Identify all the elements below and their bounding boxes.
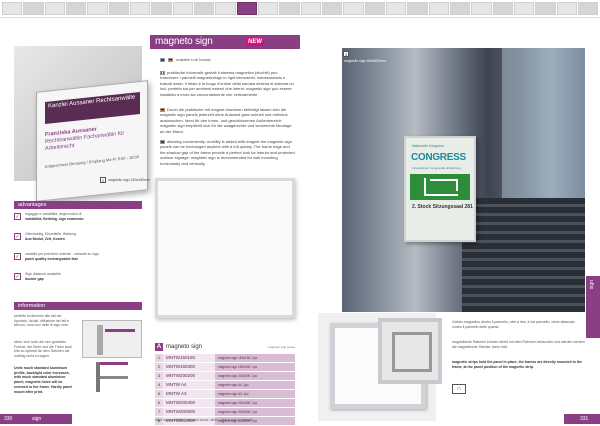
paragraph-de: Durch die praktische mit magnet einzelne… (160, 107, 292, 134)
magnet-icon: ∩ (452, 384, 466, 394)
thumbnail[interactable] (343, 2, 364, 15)
thumbnail[interactable] (65, 2, 87, 15)
information-heading: information (14, 302, 142, 310)
congress-title: CONGRESS (411, 152, 466, 163)
left-page: Kanzlei Aussaner Rechtsanwälte Franziska… (0, 18, 300, 426)
check-icon: ✓ (14, 253, 21, 260)
product-table: 1 MNTW150150 magneto sign 150x150, 1pc 2… (155, 354, 295, 426)
table-row: 7 MNTW300600 magneto sign 300x600, 1pc (155, 408, 295, 416)
thumbnail[interactable] (44, 2, 65, 15)
photo-number-badge: 3 (343, 51, 349, 57)
advantage-item: ✓ Gleichzeitig, Einzelteile, Wartung Aus … (14, 232, 77, 241)
table-row: 4 MNTW A4 magneto sign A4, 1pc (155, 381, 295, 389)
thumbnail[interactable] (492, 2, 513, 15)
thumbnail[interactable] (129, 2, 151, 15)
thumbnail[interactable] (577, 2, 599, 15)
page-number-left: 330 (4, 416, 13, 422)
photo-caption: magnetic sign 400x600mm (344, 59, 386, 63)
thumbnail[interactable] (471, 2, 492, 15)
uk-flag-icon (160, 139, 165, 144)
thumbnail[interactable] (321, 2, 343, 15)
catalog-thumbnail-strip (0, 0, 600, 18)
sign-plate: Kanzlei Aussaner Rechtsanwälte Franziska… (36, 80, 148, 202)
thumbnail[interactable] (364, 2, 385, 15)
sign-photo: Kanzlei Aussaner Rechtsanwälte Franziska… (14, 46, 148, 202)
right-page: Nationaler Kongress CONGRESS Innovatione… (300, 18, 600, 426)
thumbnail[interactable] (151, 2, 172, 15)
language-flags: available in all formats (160, 58, 211, 62)
right-text-de: magnetische Rahmen können direkt mit dem… (452, 340, 585, 349)
info-text-de: Ideal, sich noch die neu geachten Format… (14, 340, 73, 359)
thumbnail[interactable] (108, 2, 129, 15)
photo-caption: magnetic sign 150x150mm (108, 178, 150, 182)
thumbnail[interactable] (215, 2, 236, 15)
thumbnail[interactable] (87, 2, 108, 15)
thumbnail[interactable] (279, 2, 300, 15)
thumbnail[interactable] (2, 2, 23, 15)
check-icon: ✓ (14, 273, 21, 280)
info-text-en: Units much standard aluminium profile, b… (14, 366, 72, 394)
new-badge: NEW (246, 38, 264, 46)
advantages-heading: advantages (14, 201, 142, 209)
advantage-item: ✓ Ingaggio e variabilità, degli moduli d… (14, 212, 84, 221)
thumbnail[interactable] (556, 2, 577, 15)
check-icon: ✓ (14, 213, 21, 220)
paragraph-en: allowing conveniently: mobility is added… (160, 139, 295, 166)
congress-sign: Nationaler Kongress CONGRESS Innovatione… (404, 136, 476, 242)
plate-firm-name: Kanzlei Aussaner Rechtsanwälte (45, 91, 140, 124)
thumbnail[interactable] (407, 2, 428, 15)
check-icon: ✓ (14, 233, 21, 240)
thumbnail[interactable] (385, 2, 407, 15)
table-header: A magneto sign magnetic sign series (155, 343, 295, 351)
page-title: magneto sign (155, 36, 213, 47)
congress-subtitle: Innovationen für gesunde Ernährung (412, 166, 461, 170)
table-row: 1 MNTW150150 magneto sign 150x150, 1pc (155, 354, 295, 362)
thumbnail[interactable] (23, 2, 44, 15)
right-text-en: magnetic strips hold the panel in place,… (452, 360, 583, 369)
frame-product-image (155, 178, 295, 318)
table-title: magneto sign (166, 344, 203, 350)
staircase-icon (424, 178, 458, 196)
side-tab-label: sign (589, 280, 595, 290)
right-text-it: il telaio magnetico dentro il pannello, … (452, 320, 575, 329)
photo-number-badge: 2 (100, 177, 106, 183)
congress-floor: 2. Stock Sitzungssaal 281 (412, 204, 473, 210)
thumbnail-current[interactable] (236, 2, 257, 15)
info-text-it: perfetta la dimentio alle lati nei ripor… (14, 314, 70, 328)
thumbnail[interactable] (428, 2, 449, 15)
table-footnote: other sizes available | standard colour:… (155, 418, 253, 422)
section-name-left: sign (32, 416, 42, 422)
page-number-right: 331 (580, 416, 589, 422)
cross-section-diagram (82, 362, 142, 392)
advantage-item: ✓ Sign distance available double gap (14, 272, 61, 281)
thumbnail[interactable] (535, 2, 556, 15)
table-row: 5 MNTW A3 magneto sign A3, 1pc (155, 390, 295, 398)
thumbnail[interactable] (300, 2, 321, 15)
thumbnail[interactable] (257, 2, 279, 15)
paragraph-it: praktische informativ gestalt il sistema… (160, 70, 294, 97)
frame-detail-photo (378, 318, 442, 384)
table-row: 6 MNTW200400 magneto sign 200x400, 1pc (155, 399, 295, 407)
table-row: 3 MNTW200200 magneto sign 200x200, 1pc (155, 372, 295, 380)
thumbnail[interactable] (513, 2, 535, 15)
thumbnail[interactable] (449, 2, 471, 15)
plate-note: Erdgeschoss Beratung / Empfang Mo-Fr 9:0… (45, 154, 140, 169)
de-flag-icon (168, 58, 173, 62)
flag-row-label: available in all formats (176, 58, 211, 62)
de-flag-icon (160, 107, 165, 112)
profile-diagram (82, 320, 142, 358)
thumbnail[interactable] (172, 2, 193, 15)
table-row: 2 MNTW150300 magneto sign 150x300, 1pc (155, 363, 295, 371)
thumbnail[interactable] (193, 2, 215, 15)
it-flag-icon (160, 70, 165, 75)
staircase-photo: Nationaler Kongress CONGRESS Innovatione… (342, 48, 585, 312)
table-note: magnetic sign series (267, 345, 295, 349)
uk-flag-icon (160, 58, 165, 62)
table-letter: A (155, 343, 163, 351)
congress-small-text: Nationaler Kongress (412, 144, 444, 148)
advantage-item: ✓ variable per prendere scienze - varian… (14, 252, 99, 261)
